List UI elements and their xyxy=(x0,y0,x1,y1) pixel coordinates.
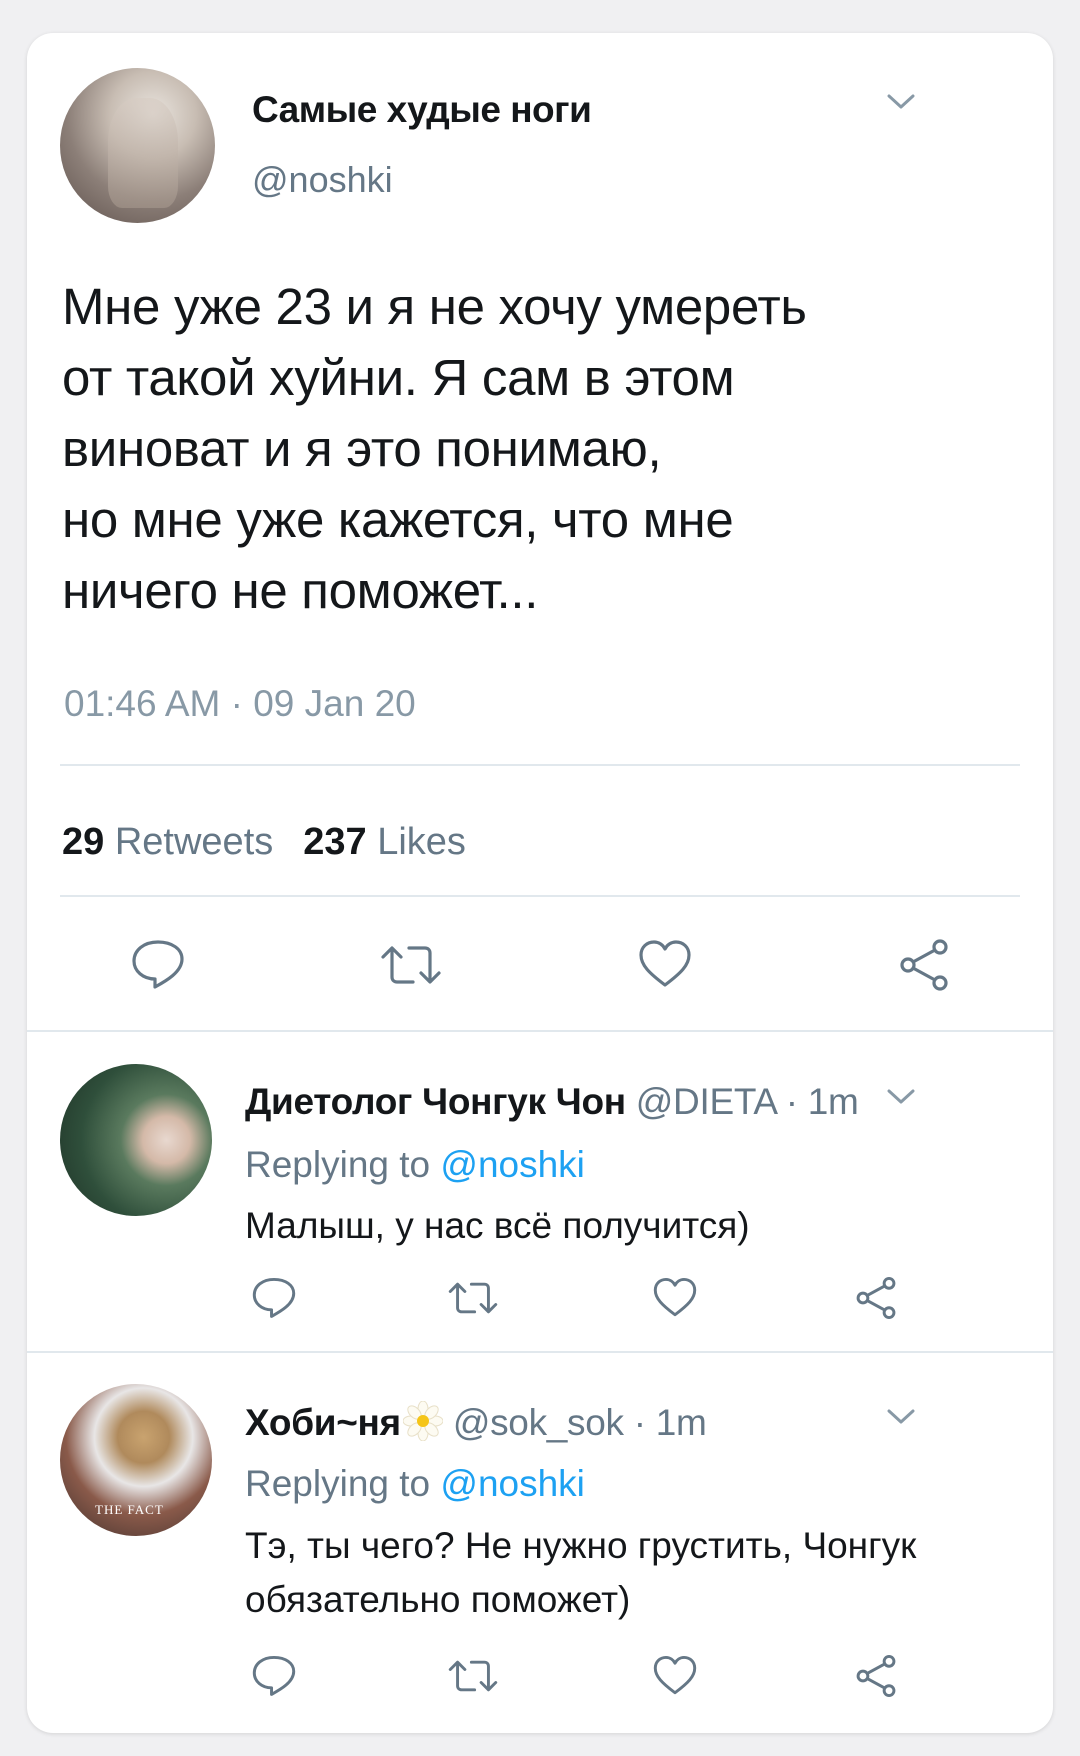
reply-icon[interactable] xyxy=(130,938,186,990)
reply-avatar[interactable]: THE FACT xyxy=(60,1384,212,1536)
author-handle[interactable]: @noshki xyxy=(252,159,393,201)
likes-stat[interactable]: 237 Likes xyxy=(303,821,466,863)
divider xyxy=(60,764,1020,766)
mention-link[interactable]: @noshki xyxy=(440,1463,585,1504)
share-icon[interactable] xyxy=(853,1654,899,1698)
reply-text: Тэ, ты чего? Не нужно грустить, Чонгук о… xyxy=(245,1525,917,1620)
reply-meta: @sok_sok · 1m xyxy=(452,1402,707,1443)
replying-prefix: Replying to xyxy=(245,1463,441,1504)
divider xyxy=(27,1351,1053,1353)
reply-icon[interactable] xyxy=(251,1654,297,1697)
chevron-down-icon[interactable] xyxy=(887,93,915,111)
replying-prefix: Replying to xyxy=(245,1144,441,1185)
retweet-icon[interactable] xyxy=(447,1658,499,1694)
avatar-watermark: THE FACT xyxy=(95,1502,164,1517)
chevron-down-icon[interactable] xyxy=(887,1408,915,1426)
replying-to: Replying to @noshki xyxy=(245,1144,585,1186)
share-icon[interactable] xyxy=(896,938,952,992)
retweets-count: 29 xyxy=(62,821,105,863)
author-display-name[interactable]: Самые худые ноги xyxy=(252,89,592,131)
likes-label: Likes xyxy=(377,821,466,863)
tweet-timestamp[interactable]: 01:46 AM · 09 Jan 20 xyxy=(64,683,416,725)
reply-icon[interactable] xyxy=(251,1276,297,1319)
heart-icon[interactable] xyxy=(652,1654,698,1697)
replying-to: Replying to @noshki xyxy=(245,1463,585,1505)
tweet-detail-card: Самые худые ноги @noshki Мне уже 23 и я … xyxy=(27,33,1053,1733)
tweet-text: Мне уже 23 и я не хочу умереть от такой … xyxy=(62,278,807,619)
reply-text: Малыш, у нас всё получится) xyxy=(245,1205,750,1246)
divider xyxy=(60,895,1020,897)
reply-avatar[interactable] xyxy=(60,1064,212,1216)
retweets-label: Retweets xyxy=(114,821,274,863)
reply-display-name[interactable]: Диетолог Чонгук Чон xyxy=(245,1081,626,1122)
mention-link[interactable]: @noshki xyxy=(440,1144,585,1185)
reply-header: Хоби~ня @sok_sok · 1m xyxy=(245,1400,707,1444)
reply-header: Диетолог Чонгук Чон @DIETA · 1m xyxy=(245,1081,859,1123)
share-icon[interactable] xyxy=(853,1276,899,1320)
author-avatar[interactable] xyxy=(60,68,215,223)
retweets-stat[interactable]: 29 Retweets xyxy=(62,821,273,863)
retweet-icon[interactable] xyxy=(447,1280,499,1316)
tweet-stats: 29 Retweets 237 Likes xyxy=(62,821,466,864)
likes-count: 237 xyxy=(303,821,367,863)
reply-meta: @DIETA · 1m xyxy=(635,1081,859,1122)
reply-display-name[interactable]: Хоби~ня xyxy=(245,1402,401,1443)
chevron-down-icon[interactable] xyxy=(887,1088,915,1106)
retweet-icon[interactable] xyxy=(379,943,443,987)
heart-icon[interactable] xyxy=(652,1276,698,1319)
divider xyxy=(27,1030,1053,1032)
heart-icon[interactable] xyxy=(637,938,693,990)
daisy-emoji-icon xyxy=(402,1400,444,1442)
